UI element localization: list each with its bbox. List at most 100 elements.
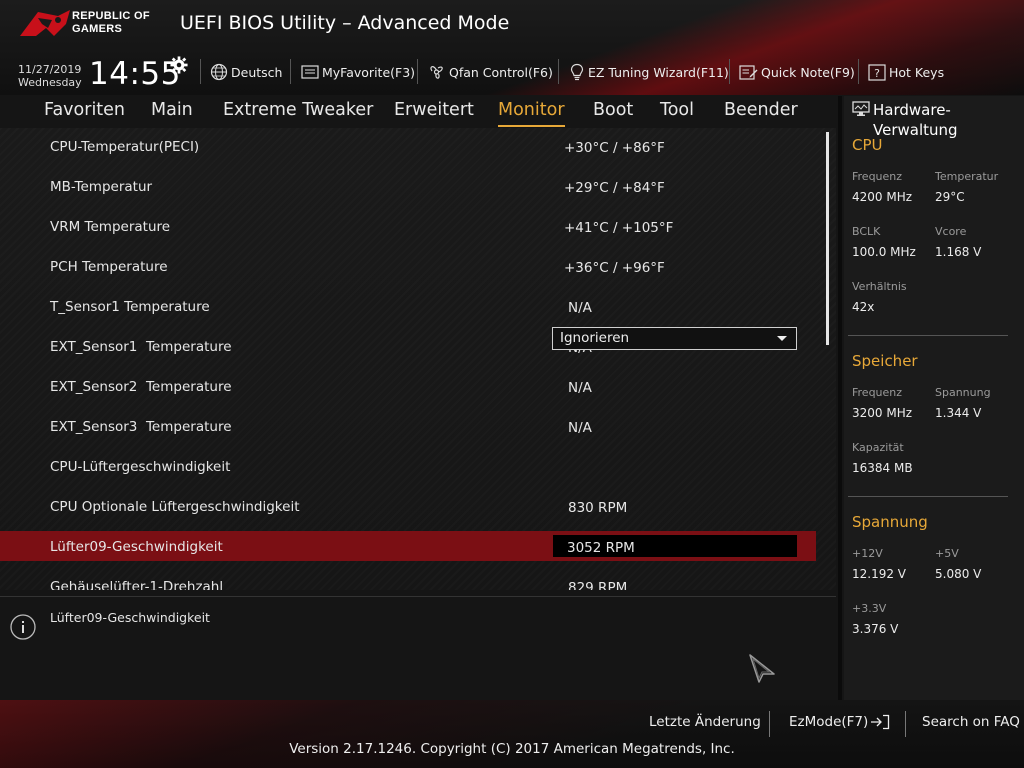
cpu-frequency-value: 4200 MHz <box>852 190 913 204</box>
weekday-text: Wednesday <box>18 76 82 89</box>
setting-row-cpu-fan-speed[interactable]: CPU-Lüftergeschwindigkeit <box>0 451 816 481</box>
setting-value: 829 RPM <box>568 580 628 590</box>
setting-value: N/A <box>568 420 592 436</box>
setting-value: 830 RPM <box>568 500 628 516</box>
tab-favoriten[interactable]: Favoriten <box>44 100 125 120</box>
language-label: Deutsch <box>231 64 283 80</box>
select-value: Ignorieren <box>560 330 630 346</box>
setting-row-t-sensor1[interactable]: T_Sensor1 Temperature N/A <box>0 291 816 321</box>
search-faq-button[interactable]: Search on FAQ <box>922 714 1020 730</box>
panel-separator <box>848 335 1008 336</box>
panel-separator <box>848 496 1008 497</box>
toolbar-separator <box>558 59 559 84</box>
setting-row-cpu-optional-fan[interactable]: CPU Optionale Lüftergeschwindigkeit 830 … <box>0 491 816 521</box>
toolbar-separator <box>417 59 418 84</box>
ezmode-label: EzMode(F7) <box>789 714 869 730</box>
brand-name: REPUBLIC OF GAMERS <box>72 10 150 36</box>
v5-value: 5.080 V <box>935 567 982 581</box>
copyright-text: Version 2.17.1246. Copyright (C) 2017 Am… <box>289 741 735 757</box>
info-icon <box>10 614 36 640</box>
tab-beender[interactable]: Beender <box>724 100 798 120</box>
ez-tuning-wizard-button[interactable]: EZ Tuning Wizard(F11) <box>569 62 729 82</box>
setting-label: T_Sensor1 Temperature <box>50 299 210 315</box>
qfan-control-button[interactable]: Qfan Control(F6) <box>427 62 553 82</box>
tab-erweitert[interactable]: Erweitert <box>394 100 474 120</box>
setting-label: MB-Temperatur <box>50 179 153 195</box>
v5-label: +5V <box>935 547 959 560</box>
cpu-fan-speed-select[interactable]: Ignorieren <box>552 327 797 350</box>
language-button[interactable]: Deutsch <box>210 62 282 82</box>
ez-tuning-wizard-label: EZ Tuning Wizard(F11) <box>588 64 729 80</box>
ratio-label: Verhältnis <box>852 280 907 293</box>
footer-bar <box>0 700 1024 768</box>
monitor-icon <box>852 101 870 116</box>
v12-label: +12V <box>852 547 883 560</box>
v33-label: +3.3V <box>852 602 887 615</box>
setting-label: CPU-Temperatur(PECI) <box>50 139 200 155</box>
setting-row-vrm-temperature[interactable]: VRM Temperature +41°C / +105°F <box>0 211 816 241</box>
memory-capacity-label: Kapazität <box>852 441 904 454</box>
memory-voltage-value: 1.344 V <box>935 406 982 420</box>
footer-separator <box>769 711 770 737</box>
svg-text:?: ? <box>874 67 880 80</box>
v12-value: 12.192 V <box>852 567 907 581</box>
setting-row-chassis-fan1[interactable]: Gehäuselüfter-1-Drehzahl 829 RPM <box>0 571 816 590</box>
setting-label: VRM Temperature <box>50 219 171 235</box>
v33-value: 3.376 V <box>852 622 899 636</box>
setting-label: CPU-Lüftergeschwindigkeit <box>50 459 231 475</box>
panel-divider <box>838 96 842 700</box>
header-bar: REPUBLIC OF GAMERS UEFI BIOS Utility – A… <box>0 0 1024 95</box>
vcore-label: Vcore <box>935 225 967 238</box>
fan-icon <box>430 66 443 79</box>
setting-row-ext-sensor3[interactable]: EXT_Sensor3 Temperature N/A <box>0 411 816 441</box>
setting-label: CPU Optionale Lüftergeschwindigkeit <box>50 499 300 515</box>
clock-display: 14:55 <box>89 56 181 92</box>
memory-capacity-value: 16384 MB <box>852 461 913 475</box>
tab-main[interactable]: Main <box>151 100 193 120</box>
setting-value: 3052 RPM <box>567 540 635 556</box>
tab-extreme-tweaker[interactable]: Extreme Tweaker <box>223 100 373 120</box>
gear-icon[interactable] <box>170 56 188 74</box>
setting-row-pch-temperature[interactable]: PCH Temperature +36°C / +96°F <box>0 251 816 281</box>
voltage-section-title: Spannung <box>852 513 928 531</box>
hot-keys-button[interactable]: ? Hot Keys <box>868 62 944 82</box>
setting-value: N/A <box>568 300 592 316</box>
setting-label: PCH Temperature <box>50 259 168 275</box>
ratio-value: 42x <box>852 300 875 314</box>
tab-monitor[interactable]: Monitor <box>498 100 565 127</box>
mouse-cursor-icon <box>749 654 775 683</box>
last-change-button[interactable]: Letzte Änderung <box>649 714 761 730</box>
setting-row-mb-temperature[interactable]: MB-Temperatur +29°C / +84°F <box>0 171 816 201</box>
setting-value: N/A <box>568 380 592 396</box>
cpu-temperature-value: 29°C <box>935 190 965 204</box>
favorite-list-icon <box>301 65 319 79</box>
note-edit-icon <box>739 64 758 80</box>
toolbar-separator <box>858 59 859 84</box>
bclk-value: 100.0 MHz <box>852 245 916 259</box>
toolbar-separator <box>729 59 730 84</box>
help-key-icon: ? <box>868 63 886 81</box>
bclk-label: BCLK <box>852 225 881 238</box>
tab-tool[interactable]: Tool <box>660 100 694 120</box>
ezmode-button[interactable]: EzMode(F7) <box>789 714 890 730</box>
cpu-temperature-label: Temperatur <box>935 170 999 183</box>
qfan-control-label: Qfan Control(F6) <box>449 64 553 80</box>
cpu-frequency-label: Frequenz <box>852 170 903 183</box>
quick-note-button[interactable]: Quick Note(F9) <box>739 62 855 82</box>
setting-label: Lüfter09-Geschwindigkeit <box>50 539 223 555</box>
tab-boot[interactable]: Boot <box>593 100 633 120</box>
memory-voltage-label: Spannung <box>935 386 991 399</box>
cpu-section-title: CPU <box>852 136 883 154</box>
list-scrollbar[interactable] <box>826 132 829 345</box>
setting-row-ext-sensor2[interactable]: EXT_Sensor2 Temperature N/A <box>0 371 816 401</box>
date-text: 11/27/2019 <box>18 63 82 76</box>
brand-line-1: REPUBLIC OF <box>72 10 150 22</box>
setting-value: +41°C / +105°F <box>564 220 674 236</box>
globe-icon <box>210 63 228 81</box>
setting-row-fan09-speed[interactable]: Lüfter09-Geschwindigkeit 3052 RPM <box>0 531 816 561</box>
toolbar-separator <box>290 59 291 84</box>
setting-row-cpu-temperature[interactable]: CPU-Temperatur(PECI) +30°C / +86°F <box>0 131 816 161</box>
myfavorite-label: MyFavorite(F3) <box>322 64 416 80</box>
myfavorite-button[interactable]: MyFavorite(F3) <box>301 62 415 82</box>
setting-value: +36°C / +96°F <box>564 260 665 276</box>
